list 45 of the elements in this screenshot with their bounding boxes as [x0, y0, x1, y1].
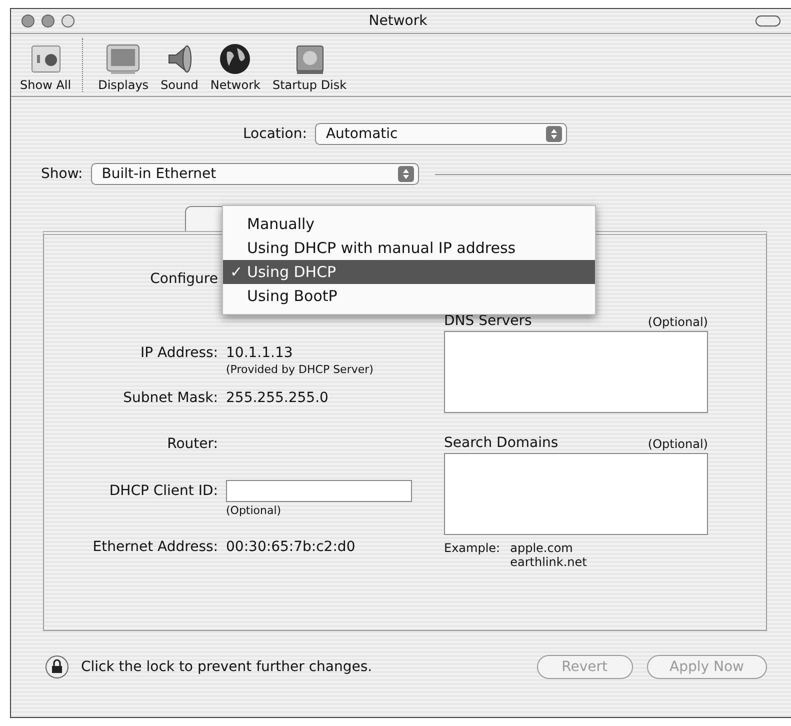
field-value: 00:30:65:7b:c2:d0 — [226, 539, 356, 555]
show-label: Show: — [41, 166, 83, 182]
field-label: IP Address: — [140, 345, 218, 361]
field-note: (Provided by DHCP Server) — [226, 363, 374, 376]
window-title: Network — [368, 13, 428, 29]
menu-item[interactable]: Using DHCP with manual IP address — [223, 236, 595, 260]
field-label: Subnet Mask: — [122, 390, 218, 406]
stepper-icon — [398, 166, 414, 182]
example-domain: apple.com — [510, 541, 574, 555]
toolbar-item[interactable]: Sound — [156, 42, 204, 92]
search-domains-field[interactable] — [444, 453, 708, 535]
field-note: (Optional) — [226, 504, 282, 517]
window-control-icon[interactable] — [61, 14, 75, 28]
stepper-icon — [546, 126, 562, 142]
window-control-icon[interactable] — [41, 14, 55, 28]
example-label: Example: — [444, 541, 500, 557]
field-value: 255.255.255.0 — [226, 390, 330, 406]
monitor-icon — [105, 42, 142, 76]
optional-note: (Optional) — [648, 437, 708, 451]
toolbar-item[interactable]: Show All — [15, 42, 76, 92]
lock-message: Click the lock to prevent further changes. — [81, 659, 372, 675]
checkmark: ✓ — [230, 263, 243, 281]
field-label: Router: — [166, 436, 218, 452]
toolbar-item[interactable]: Network — [205, 42, 266, 92]
input-field[interactable] — [226, 480, 412, 502]
field-value: 10.1.1.13 — [226, 345, 294, 361]
menu-item[interactable]: ✓ Using DHCP — [223, 260, 595, 284]
optional-note: (Optional) — [648, 315, 708, 329]
search-domains-title: Search Domains — [444, 435, 558, 451]
dns-servers-field[interactable] — [444, 331, 708, 413]
toolbar-toggle-icon[interactable] — [755, 15, 781, 27]
configure-label: Configure — [149, 271, 218, 287]
dns-servers-title: DNS Servers — [444, 313, 532, 329]
field-label: Ethernet Address: — [92, 539, 218, 555]
lock-icon[interactable] — [45, 655, 69, 679]
toolbar-item[interactable]: Displays — [93, 42, 154, 92]
menu-item[interactable]: Using BootP — [223, 284, 595, 308]
location-popup[interactable]: Automatic — [314, 123, 567, 145]
example-domain: earthlink.net — [510, 555, 587, 569]
menu-item[interactable]: Manually — [223, 212, 595, 236]
show-popup[interactable]: Built-in Ethernet — [90, 163, 419, 185]
toolbar-item[interactable]: Startup Disk — [267, 42, 352, 92]
location-label: Location: — [243, 126, 307, 142]
field-label: DHCP Client ID: — [108, 483, 218, 499]
window-control-icon[interactable] — [21, 14, 35, 28]
